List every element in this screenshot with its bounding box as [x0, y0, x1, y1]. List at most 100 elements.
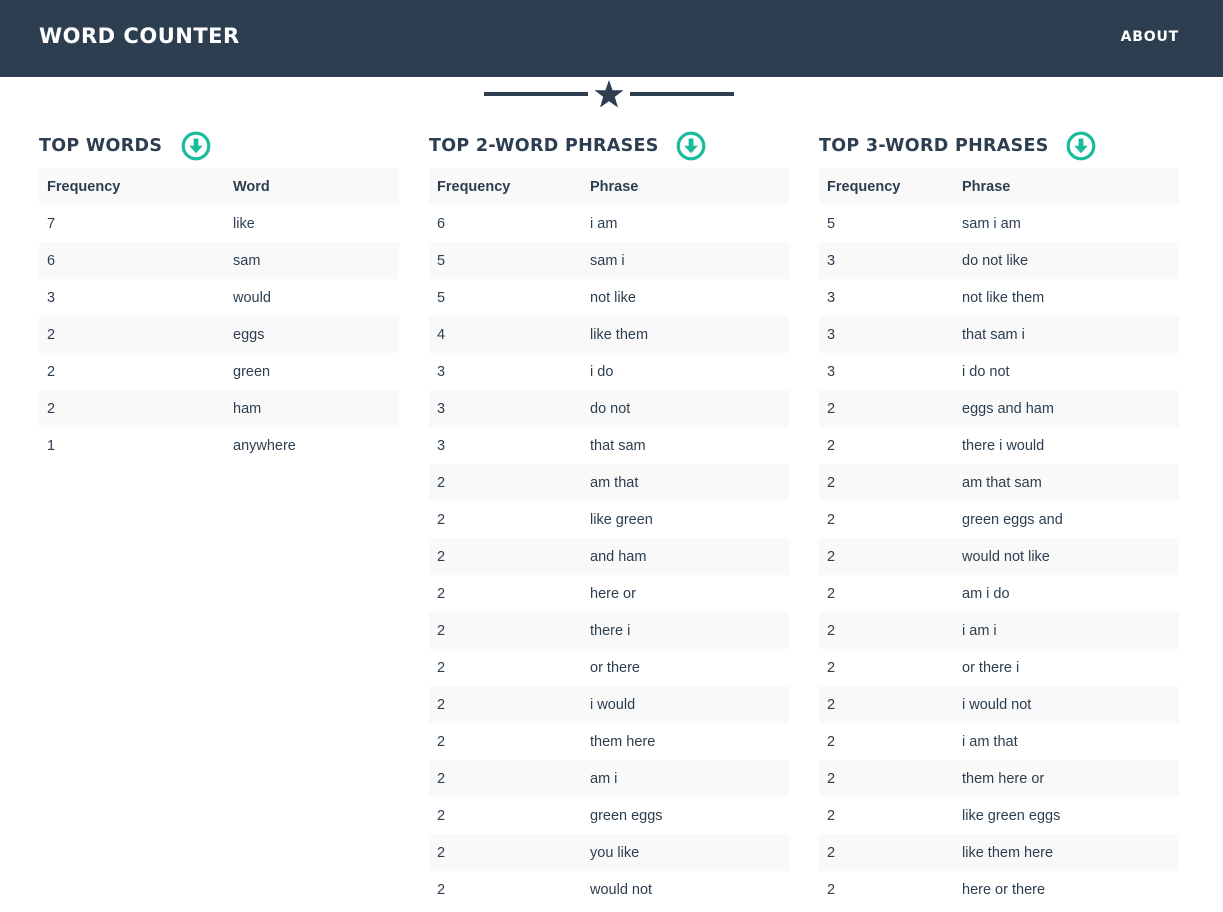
table-row: 3 do not like: [819, 242, 1179, 279]
word-cell: eggs: [225, 316, 399, 353]
table-row: 2 eggs: [39, 316, 399, 353]
table-row: 5 sam i: [429, 242, 789, 279]
frequency-cell: 3: [819, 316, 954, 353]
table-row: 1 anywhere: [39, 427, 399, 464]
table-row: 7 like: [39, 205, 399, 242]
table-row: 3 that sam: [429, 427, 789, 464]
frequency-cell: 2: [429, 834, 582, 871]
frequency-cell: 2: [47, 363, 56, 380]
word-cell: like: [233, 215, 255, 232]
phrase-cell: would not: [590, 881, 653, 898]
frequency-cell: 2: [437, 659, 446, 676]
table-row: 2 am i: [429, 760, 789, 797]
table-row: 2 eggs and ham: [819, 390, 1179, 427]
table-row: 2i am i: [819, 612, 1179, 649]
phrase-cell: sam i am: [962, 215, 1021, 232]
frequency-cell: 2: [429, 686, 582, 723]
top-words-panel: TOP WORDS Frequency Word 7 like 6 sam 3 would…: [39, 126, 399, 464]
frequency-cell: 2: [819, 464, 954, 501]
top-2-word-table: Frequency Phrase 6i am 5 sam i 5 not like 4 li…: [429, 168, 789, 908]
frequency-cell: 2: [819, 612, 954, 649]
download-circle-icon[interactable]: [1066, 131, 1096, 161]
frequency-cell: 5: [827, 215, 836, 232]
phrase-cell: am that: [582, 464, 789, 501]
frequency-cell: 2: [827, 807, 836, 824]
frequency-cell: 2: [827, 511, 836, 528]
table-row: 2 and ham: [429, 538, 789, 575]
table-row: 3 i do not: [819, 353, 1179, 390]
table-row: 2 them here: [429, 723, 789, 760]
phrase-cell: that sam: [590, 437, 646, 454]
brand-link[interactable]: WORD COUNTER: [39, 22, 240, 50]
phrase-cell: i do not: [962, 363, 1010, 380]
frequency-cell: 5: [429, 242, 582, 279]
star-icon: [594, 80, 624, 108]
word-cell: anywhere: [233, 437, 296, 454]
phrase-cell: i am i: [954, 612, 1179, 649]
table-row: 2 like them here: [819, 834, 1179, 871]
frequency-cell: 3: [827, 363, 836, 380]
table-row: 2 ham: [39, 390, 399, 427]
frequency-cell: 2: [819, 390, 954, 427]
top-2-word-title: TOP 2-WORD PHRASES: [429, 136, 659, 156]
top-words-table: Frequency Word 7 like 6 sam 3 would 2 eggs 2 gree…: [39, 168, 399, 464]
download-circle-icon[interactable]: [181, 131, 211, 161]
phrase-column-header: Phrase: [954, 168, 1179, 205]
frequency-cell: 3: [47, 289, 56, 306]
frequency-cell: 1: [47, 437, 56, 454]
frequency-cell: 2: [437, 807, 446, 824]
word-cell: sam: [225, 242, 399, 279]
phrase-cell: or there i: [962, 659, 1020, 676]
phrase-cell: like them: [582, 316, 789, 353]
table-row: 2 like green eggs: [819, 797, 1179, 834]
table-row: 6 sam: [39, 242, 399, 279]
table-row: 2 or there: [429, 649, 789, 686]
frequency-cell: 2: [827, 881, 836, 898]
table-row: 2 i am that: [819, 723, 1179, 760]
phrase-cell: or there: [590, 659, 640, 676]
frequency-cell: 4: [429, 316, 582, 353]
table-row: 2 am that: [429, 464, 789, 501]
table-row: 2 you like: [429, 834, 789, 871]
table-row: 2 or there i: [819, 649, 1179, 686]
about-link[interactable]: ABOUT: [1121, 28, 1179, 46]
word-cell: would: [233, 289, 271, 306]
phrase-cell: there i would: [962, 437, 1045, 454]
phrase-cell: would not like: [954, 538, 1179, 575]
frequency-cell: 5: [437, 289, 446, 306]
phrase-cell: like them here: [954, 834, 1179, 871]
phrase-cell: them here or: [954, 760, 1179, 797]
frequency-column-header: Frequency: [429, 168, 582, 205]
table-row: 3 would: [39, 279, 399, 316]
table-row: 2 like green: [429, 501, 789, 538]
frequency-cell: 3: [827, 289, 836, 306]
table-row: 3 do not: [429, 390, 789, 427]
table-row: 2 here or: [429, 575, 789, 612]
top-3-word-phrases-panel: TOP 3-WORD PHRASES Frequency Phrase 5 sam…: [819, 126, 1179, 908]
phrase-cell: am i: [582, 760, 789, 797]
table-row: 2 them here or: [819, 760, 1179, 797]
frequency-cell: 2: [827, 585, 836, 602]
table-header-row: Frequency Phrase: [819, 168, 1179, 205]
top-3-word-title: TOP 3-WORD PHRASES: [819, 136, 1049, 156]
frequency-cell: 3: [429, 390, 582, 427]
table-row: 5 sam i am: [819, 205, 1179, 242]
frequency-cell: 2: [819, 538, 954, 575]
word-column-header: Word: [225, 168, 399, 205]
phrase-cell: here or: [590, 585, 636, 602]
table-header-row: Frequency Phrase: [429, 168, 789, 205]
frequency-cell: 2: [827, 437, 836, 454]
frequency-cell: 2: [429, 464, 582, 501]
download-circle-icon[interactable]: [676, 131, 706, 161]
frequency-cell: 3: [437, 437, 446, 454]
table-row: 5 not like: [429, 279, 789, 316]
frequency-column-header: Frequency: [819, 168, 954, 205]
frequency-cell: 2: [819, 686, 954, 723]
star-divider: [484, 78, 734, 110]
table-row: 2 green eggs: [429, 797, 789, 834]
top-3-word-table: Frequency Phrase 5 sam i am 3 do not like 3 n…: [819, 168, 1179, 908]
frequency-cell: 2: [437, 511, 446, 528]
phrase-column-header: Phrase: [582, 168, 789, 205]
table-row: 3 not like them: [819, 279, 1179, 316]
phrase-cell: green eggs: [590, 807, 663, 824]
